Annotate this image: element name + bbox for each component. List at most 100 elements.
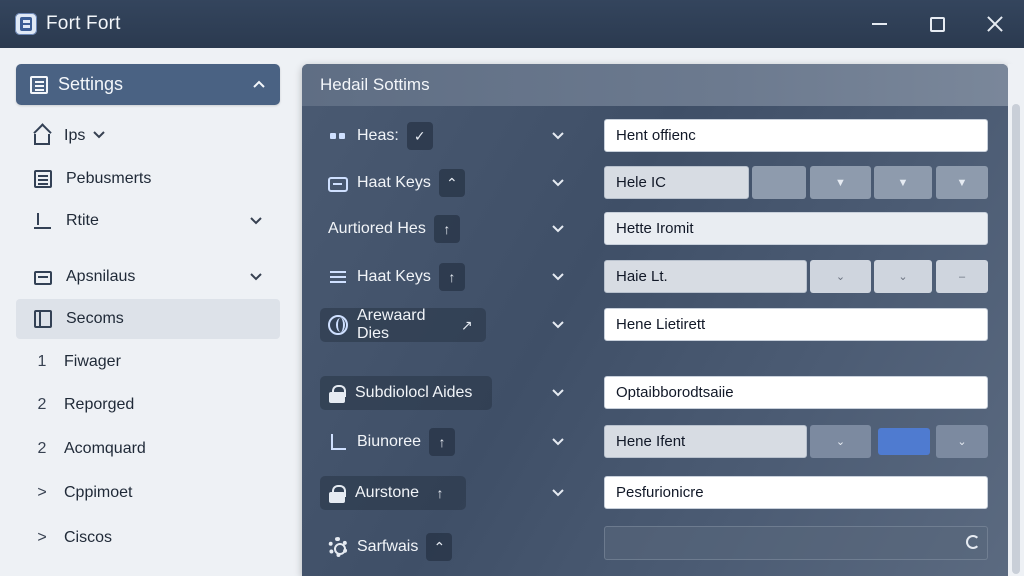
chevron-down-icon[interactable] (548, 267, 568, 287)
caret-down-icon: ▼ (897, 176, 909, 189)
row-label-sarfwais[interactable]: Sarfwais ⌃ (320, 530, 460, 564)
row-label-haat-keys-2[interactable]: Haat Keys ↑ (320, 260, 473, 294)
chevron-down-icon (250, 212, 262, 230)
sidebar-item-label: Ips (64, 127, 86, 144)
sidebar-header-label: Settings (58, 74, 124, 94)
caret-up-icon: ⌃ (426, 533, 453, 561)
chevron-down-icon (93, 130, 106, 142)
sidebar-item-reporged[interactable]: 2 Reporged (16, 385, 280, 425)
sidebar-item-label: Reporged (64, 396, 135, 413)
chevron-down-icon[interactable] (548, 126, 568, 146)
haie-field[interactable]: Haie Lt. (604, 260, 807, 293)
arrow-up-icon: ↑ (433, 215, 460, 243)
sidebar-header-settings[interactable]: Settings (16, 64, 280, 105)
scrollbar-thumb[interactable] (1012, 104, 1020, 574)
panel-title: Hedail Sottims (302, 64, 1008, 106)
row-label-text: Haat Keys (357, 174, 431, 191)
sidebar-item-ips[interactable]: Ips (16, 116, 280, 156)
list-icon (34, 271, 52, 285)
gear-icon (328, 537, 348, 557)
chevron-right-icon: > (37, 529, 47, 546)
check-badge-icon: ✓ (406, 122, 433, 150)
row-label-subdiolocl-aides[interactable]: Subdiolocl Aides (320, 376, 492, 410)
segment-dropdown[interactable]: ▼ (810, 166, 871, 199)
chevron-down-icon: ⌄ (957, 436, 967, 448)
home-icon (34, 133, 50, 145)
minimize-icon (871, 23, 887, 25)
chevron-down-icon[interactable] (548, 432, 568, 452)
subdiolocl-aides-field[interactable]: Optaibborodtsaiie (604, 376, 988, 409)
color-swatch-button[interactable] (878, 428, 930, 455)
segment-button[interactable]: – (936, 260, 988, 293)
close-button[interactable] (966, 0, 1024, 48)
chevron-down-icon[interactable] (548, 315, 568, 335)
row-label-text: Haat Keys (357, 268, 431, 285)
row-label-text: Heas: (357, 127, 399, 144)
arrow-up-icon: ↑ (436, 485, 444, 501)
biunoree-field[interactable]: Hene Ifent (604, 425, 807, 458)
row-label-text: Arewaard Dies (357, 307, 426, 342)
caret-down-icon: ▼ (956, 176, 968, 189)
aurtiored-hes-field[interactable]: Hette Iromit (604, 212, 988, 245)
minus-icon: – (958, 270, 966, 283)
arrow-up-icon: ↑ (429, 428, 456, 456)
maximize-icon (929, 16, 945, 32)
segment-dropdown[interactable]: ▼ (874, 166, 932, 199)
chevron-up-icon (252, 76, 266, 94)
segment-dropdown[interactable]: ⌄ (810, 425, 871, 458)
item-number: 2 (37, 396, 47, 413)
row-label-aurstone[interactable]: Aurstone ↑ (320, 476, 466, 510)
sidebar-item-label: Fiwager (64, 353, 121, 370)
maximize-button[interactable] (908, 0, 966, 48)
row-label-biunoree[interactable]: Biunoree ↑ (320, 425, 463, 459)
row-label-arewaard-dies[interactable]: Arewaard Dies ↗ (320, 307, 486, 342)
chevron-down-icon[interactable] (548, 483, 568, 503)
sidebar-item-label: Apsnilaus (66, 268, 136, 285)
sidebar-item-label: Pebusmerts (66, 170, 152, 187)
row-label-haat-keys[interactable]: Haat Keys ⌃ (320, 166, 473, 200)
row-label-text: Sarfwais (357, 538, 419, 555)
lines-icon (328, 267, 348, 287)
sidebar-item-label: Acomquard (64, 440, 146, 457)
lock-icon (328, 484, 346, 503)
aurstone-field[interactable]: Pesfurionicre (604, 476, 988, 509)
globe-icon (328, 315, 348, 335)
book-icon (34, 310, 52, 328)
row-label-heas[interactable]: Heas: ✓ (320, 119, 441, 153)
sidebar-item-label: Secoms (66, 310, 124, 327)
window-controls (850, 0, 1024, 48)
segment-dropdown[interactable]: ▼ (936, 166, 988, 199)
segment-button[interactable] (752, 166, 806, 199)
sidebar-item-label: Ciscos (64, 529, 113, 546)
sarfwais-field[interactable] (604, 526, 988, 560)
segment-dropdown[interactable]: ⌄ (936, 425, 988, 458)
sidebar-item-secoms[interactable]: Secoms (16, 299, 280, 339)
settings-panel: Hedail Sottims Heas: ✓ Hent offienc Haat… (302, 64, 1008, 576)
panel-scrollbar[interactable] (1008, 64, 1024, 576)
sidebar-item-apsnilaus[interactable]: Apsnilaus (16, 257, 280, 297)
sidebar-item-fiwager[interactable]: 1 Fiwager (16, 342, 280, 382)
sidebar-item-label: Cppimoet (64, 484, 133, 501)
sort-icon (34, 212, 52, 230)
sidebar-item-cppimoet[interactable]: > Cppimoet (16, 473, 280, 513)
haat-keys-field[interactable]: Hele IC (604, 166, 749, 199)
sidebar-item-pebusmerts[interactable]: Pebusmerts (16, 159, 280, 199)
chevron-down-icon[interactable] (548, 173, 568, 193)
chevron-right-icon: > (37, 484, 47, 501)
sidebar-item-rtite[interactable]: Rtite (16, 201, 280, 241)
chevron-down-icon[interactable] (548, 383, 568, 403)
grid-icon (34, 170, 52, 188)
minimize-button[interactable] (850, 0, 908, 48)
chevron-down-icon[interactable] (548, 219, 568, 239)
heas-field[interactable]: Hent offienc (604, 119, 988, 152)
dots-icon (328, 126, 348, 146)
arewaard-dies-field[interactable]: Hene Lietirett (604, 308, 988, 341)
sidebar-item-ciscos[interactable]: > Ciscos (16, 518, 280, 558)
chevron-down-icon: ⌄ (898, 271, 908, 283)
segment-dropdown[interactable]: ⌄ (810, 260, 871, 293)
sidebar-item-acomquard[interactable]: 2 Acomquard (16, 429, 280, 469)
item-number: 1 (37, 353, 47, 370)
title-bar: Fort Fort (0, 0, 1024, 48)
segment-dropdown[interactable]: ⌄ (874, 260, 932, 293)
row-label-aurtiored-hes[interactable]: Aurtiored Hes ↑ (320, 212, 468, 246)
